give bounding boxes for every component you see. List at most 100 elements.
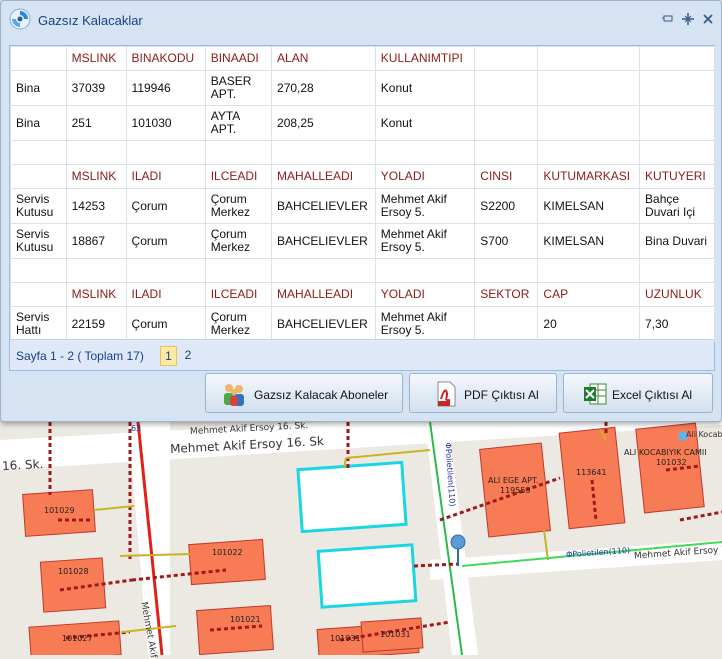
excel-export-button[interactable]: Excel Çıktısı Al [563, 373, 713, 413]
empty-cell [639, 140, 715, 165]
column-header: ILCEADI [204, 164, 273, 189]
restore-icon[interactable] [681, 13, 695, 27]
table-cell: AYTA APT. [204, 105, 273, 141]
table-row[interactable]: Servis Kutusu 14253 Çorum Çorum Merkez BAHCE… [10, 188, 715, 224]
table-cell: 208,25 [271, 105, 376, 141]
table-cell: Bina [10, 105, 67, 141]
window-title: Gazsız Kalacaklar [38, 13, 143, 28]
column-header: UZUNLUK [639, 282, 715, 307]
valve-pin-icon [450, 534, 466, 550]
table-cell: 7,30 [639, 306, 715, 342]
column-header: CAP [537, 282, 641, 307]
table-row[interactable]: Bina 37039 119946 BASER APT. 270,28 Konut [10, 70, 715, 106]
table-cell: 101030 [125, 105, 206, 141]
table-cell: Çorum Merkez [204, 223, 273, 259]
grid-header-row: MSLINK ILADI ILCEADI MAHALLEADI YOLADI SEKTOR… [10, 282, 715, 307]
table-row[interactable]: Servis Hattı 22159 Çorum Çorum Merkez BAHCEL… [10, 306, 715, 342]
building-label: 119553 [500, 486, 531, 495]
affected-subscribers-button[interactable]: Gazsız Kalacak Aboneler [205, 373, 403, 413]
table-cell: Bina [10, 70, 67, 106]
window-titlebar[interactable]: Gazsız Kalacaklar [1, 1, 721, 41]
pdf-export-button[interactable]: PDF Çıktısı Al [409, 373, 557, 413]
column-header [10, 164, 67, 189]
close-icon[interactable] [701, 13, 715, 27]
column-header [10, 282, 67, 307]
table-cell [639, 105, 715, 141]
table-cell: Mehmet Akif Ersoy 5. [374, 223, 476, 259]
column-header: MSLINK [65, 164, 127, 189]
table-cell [474, 306, 539, 342]
empty-cell [474, 140, 539, 165]
table-cell: BAHCELIEVLER [271, 223, 376, 259]
table-cell: 22159 [65, 306, 127, 342]
table-cell: Servis Hattı [10, 306, 67, 342]
column-header: MSLINK [65, 282, 127, 307]
building-label: 101032 [656, 458, 687, 467]
building-label: 101029 [44, 506, 75, 515]
table-cell: Konut [374, 105, 476, 141]
building-113641 [558, 426, 626, 530]
table-cell: 119946 [125, 70, 206, 106]
empty-cell [537, 258, 641, 283]
grid-header-row: MSLINK ILADI ILCEADI MAHALLEADI YOLADI CINSI K… [10, 164, 715, 189]
table-row[interactable]: Servis Kutusu 18867 Çorum Çorum Merkez BAHCE… [10, 223, 715, 259]
building-101022 [188, 538, 266, 586]
column-header: ILCEADI [204, 282, 273, 307]
table-cell [474, 70, 539, 106]
results-grid: MSLINK BINAKODU BINAADI ALAN KULLANIMTIPI Bin… [9, 45, 715, 371]
table-cell: Çorum [125, 223, 206, 259]
empty-cell [10, 258, 67, 283]
pin-icon[interactable] [661, 13, 675, 27]
empty-cell [374, 140, 476, 165]
grid-header-row: MSLINK BINAKODU BINAADI ALAN KULLANIMTIPI [10, 46, 715, 71]
building-label: 101027 [62, 634, 93, 643]
table-cell: S2200 [474, 188, 539, 224]
column-header: BINAKODU [125, 46, 206, 71]
results-table: MSLINK BINAKODU BINAADI ALAN KULLANIMTIPI Bin… [10, 46, 715, 342]
table-cell: Bina Duvari [639, 223, 715, 259]
column-header: SEKTOR [474, 282, 539, 307]
page-1-button[interactable]: 1 [160, 346, 177, 366]
column-header: BINAADI [204, 46, 273, 71]
empty-cell [65, 258, 127, 283]
column-header: KULLANIMTIPI [374, 46, 476, 71]
empty-cell [271, 258, 376, 283]
column-header: ILADI [125, 164, 206, 189]
building-label: 113641 [576, 468, 607, 477]
pdf-icon [437, 381, 456, 407]
table-cell: Servis Kutusu [10, 223, 67, 259]
empty-cell [125, 140, 206, 165]
page-2-button[interactable]: 2 [182, 346, 194, 366]
building-label: ALI KOCABIYIK CAMII [624, 448, 707, 457]
table-cell: 37039 [65, 70, 127, 106]
separator-row [10, 140, 715, 165]
street-label: 16. Sk. [1, 456, 44, 474]
excel-export-label: Excel Çıktısı Al [612, 388, 693, 402]
column-header [10, 46, 67, 71]
table-row[interactable]: Bina 251 101030 AYTA APT. 208,25 Konut [10, 105, 715, 141]
pager: Sayfa 1 - 2 ( Toplam 17) 1 2 [10, 339, 714, 370]
building-101021 [196, 604, 274, 655]
table-cell: 18867 [65, 223, 127, 259]
empty-cell [271, 140, 376, 165]
building-label: 101031 [380, 630, 411, 639]
table-cell: Mehmet Akif Ersoy 5. [374, 306, 476, 342]
empty-cell [204, 258, 273, 283]
table-cell: BASER APT. [204, 70, 273, 106]
column-header: ALAN [271, 46, 376, 71]
column-header: KUTUMARKASI [537, 164, 641, 189]
table-cell: 20 [537, 306, 641, 342]
pdf-export-label: PDF Çıktısı Al [464, 388, 539, 402]
building-label: 101022 [212, 548, 243, 557]
selected-building-1 [296, 460, 408, 534]
column-header [639, 46, 715, 71]
table-cell: S700 [474, 223, 539, 259]
table-cell: BAHCELIEVLER [271, 188, 376, 224]
column-header: KUTUYERI [639, 164, 715, 189]
separator-row [10, 258, 715, 283]
users-icon [224, 384, 244, 406]
column-header: MAHALLEADI [271, 164, 376, 189]
table-cell: KIMELSAN [537, 188, 641, 224]
column-header: MAHALLEADI [271, 282, 376, 307]
affected-subscribers-label: Gazsız Kalacak Aboneler [254, 388, 389, 402]
